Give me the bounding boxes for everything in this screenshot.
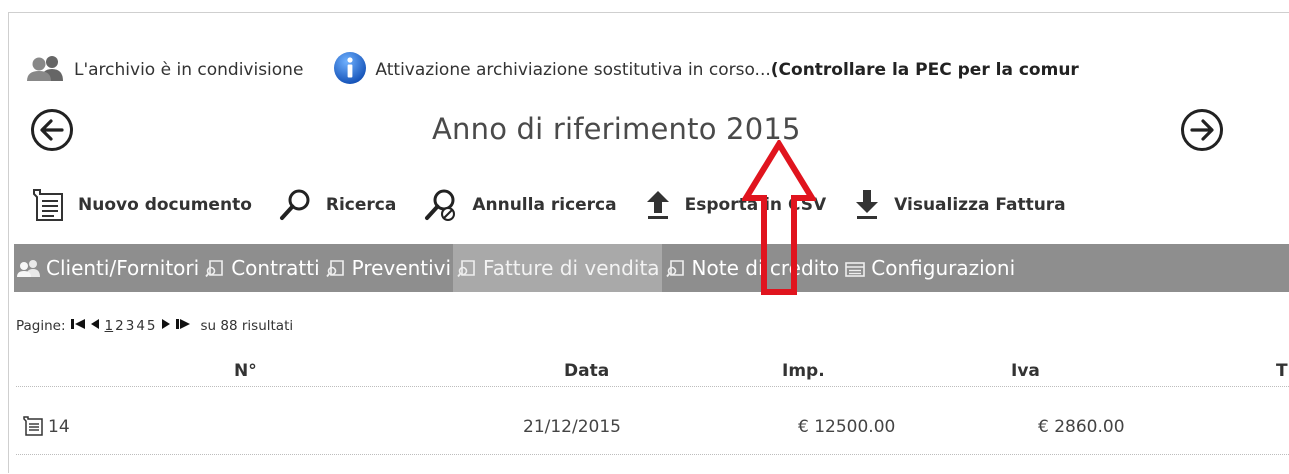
column-header-vat[interactable]: Iva: [1011, 361, 1040, 381]
search-label: Ricerca: [325, 195, 397, 215]
page-link[interactable]: 3: [126, 318, 135, 334]
toolbar: Nuovo documento Ricerca Annulla ricerca: [30, 182, 1289, 228]
tab-label: Contratti: [231, 256, 320, 280]
shared-archive-text: L'archivio è in condivisione: [74, 60, 304, 80]
activation-text: Attivazione archiviazione sostitutiva in…: [375, 60, 771, 80]
cancel-search-label: Annulla ricerca: [472, 195, 617, 215]
users-icon: [17, 260, 40, 277]
tab-note-di-credito[interactable]: Note di credito: [662, 244, 842, 292]
year-navigation: Anno di riferimento 2015: [30, 104, 1289, 160]
info-icon: [333, 51, 367, 90]
column-header-total[interactable]: T: [1276, 361, 1288, 381]
tab-label: Note di credito: [691, 256, 840, 280]
search-button[interactable]: Ricerca: [278, 187, 396, 223]
search-icon: [279, 189, 310, 220]
first-page-icon[interactable]: [70, 318, 86, 334]
cancel-search-button[interactable]: Annulla ricerca: [422, 187, 617, 223]
new-document-button[interactable]: Nuovo documento: [30, 187, 252, 223]
previous-page-icon[interactable]: [90, 318, 100, 334]
cell-vat: € 2860.00: [1038, 417, 1125, 437]
page-link[interactable]: 2: [115, 318, 124, 334]
tab-fatture-di-vendita[interactable]: Fatture di vendita: [453, 244, 662, 292]
pagination: Pagine: 1 2 3 4 5 su 88 risultati: [16, 318, 293, 334]
tab-label: Preventivi: [351, 256, 452, 280]
next-year-button[interactable]: [1180, 108, 1224, 152]
tab-bar: Clienti/Fornitori Contratti Preventivi F…: [14, 244, 1289, 292]
tab-configurazioni[interactable]: Configurazioni: [841, 244, 1017, 292]
export-csv-label: Esporta in CSV: [684, 195, 827, 215]
tab-preventivi[interactable]: Preventivi: [322, 244, 453, 292]
arrow-right-icon: [1181, 109, 1223, 151]
pagination-label: Pagine:: [16, 318, 66, 334]
users-icon: [26, 55, 66, 86]
status-row: L'archivio è in condivisione Attivazione…: [26, 51, 1289, 90]
last-page-icon[interactable]: [175, 318, 191, 334]
document-search-icon: [325, 260, 344, 278]
previous-year-button[interactable]: [30, 108, 74, 152]
cell-taxable: € 12500.00: [798, 417, 896, 437]
tab-label: Fatture di vendita: [483, 256, 660, 280]
upload-icon: [646, 191, 669, 219]
download-icon: [856, 190, 879, 219]
tab-label: Configurazioni: [871, 256, 1016, 280]
export-csv-button[interactable]: Esporta in CSV: [643, 187, 827, 223]
document-search-icon: [665, 260, 684, 278]
year-title: Anno di riferimento 2015: [432, 112, 801, 146]
list-icon: [845, 262, 866, 277]
arrow-left-icon: [31, 109, 73, 151]
tab-clienti-fornitori[interactable]: Clienti/Fornitori: [14, 244, 201, 292]
next-page-icon[interactable]: [161, 318, 171, 334]
cell-date: 21/12/2015: [523, 417, 621, 437]
view-invoices-label: Visualizza Fattura: [894, 195, 1066, 215]
document-search-icon: [205, 260, 223, 278]
cell-number: 14: [48, 417, 70, 437]
table-header: N° Data Imp. Iva T: [16, 352, 1289, 387]
document-list-icon[interactable]: [22, 415, 44, 442]
document-search-icon: [457, 260, 475, 278]
tab-label: Clienti/Fornitori: [46, 256, 200, 280]
document-list-icon: [33, 189, 63, 221]
table-row[interactable]: 14 21/12/2015 € 12500.00 € 2860.00: [16, 402, 1289, 455]
column-header-date[interactable]: Data: [564, 361, 609, 381]
tab-contratti[interactable]: Contratti: [201, 244, 321, 292]
column-header-number[interactable]: N°: [234, 361, 257, 381]
page-link[interactable]: 4: [136, 318, 145, 334]
page-link[interactable]: 5: [147, 318, 156, 334]
view-invoices-button[interactable]: Visualizza Fattura: [852, 187, 1066, 223]
results-count: su 88 risultati: [200, 318, 294, 334]
search-cancel-icon: [425, 189, 456, 221]
page-link[interactable]: 1: [105, 318, 114, 334]
column-header-taxable[interactable]: Imp.: [782, 361, 825, 381]
new-document-label: Nuovo documento: [78, 195, 252, 215]
app-window: L'archivio è in condivisione Attivazione…: [0, 0, 1289, 474]
activation-note: (Controllare la PEC per la comur: [770, 60, 1079, 80]
